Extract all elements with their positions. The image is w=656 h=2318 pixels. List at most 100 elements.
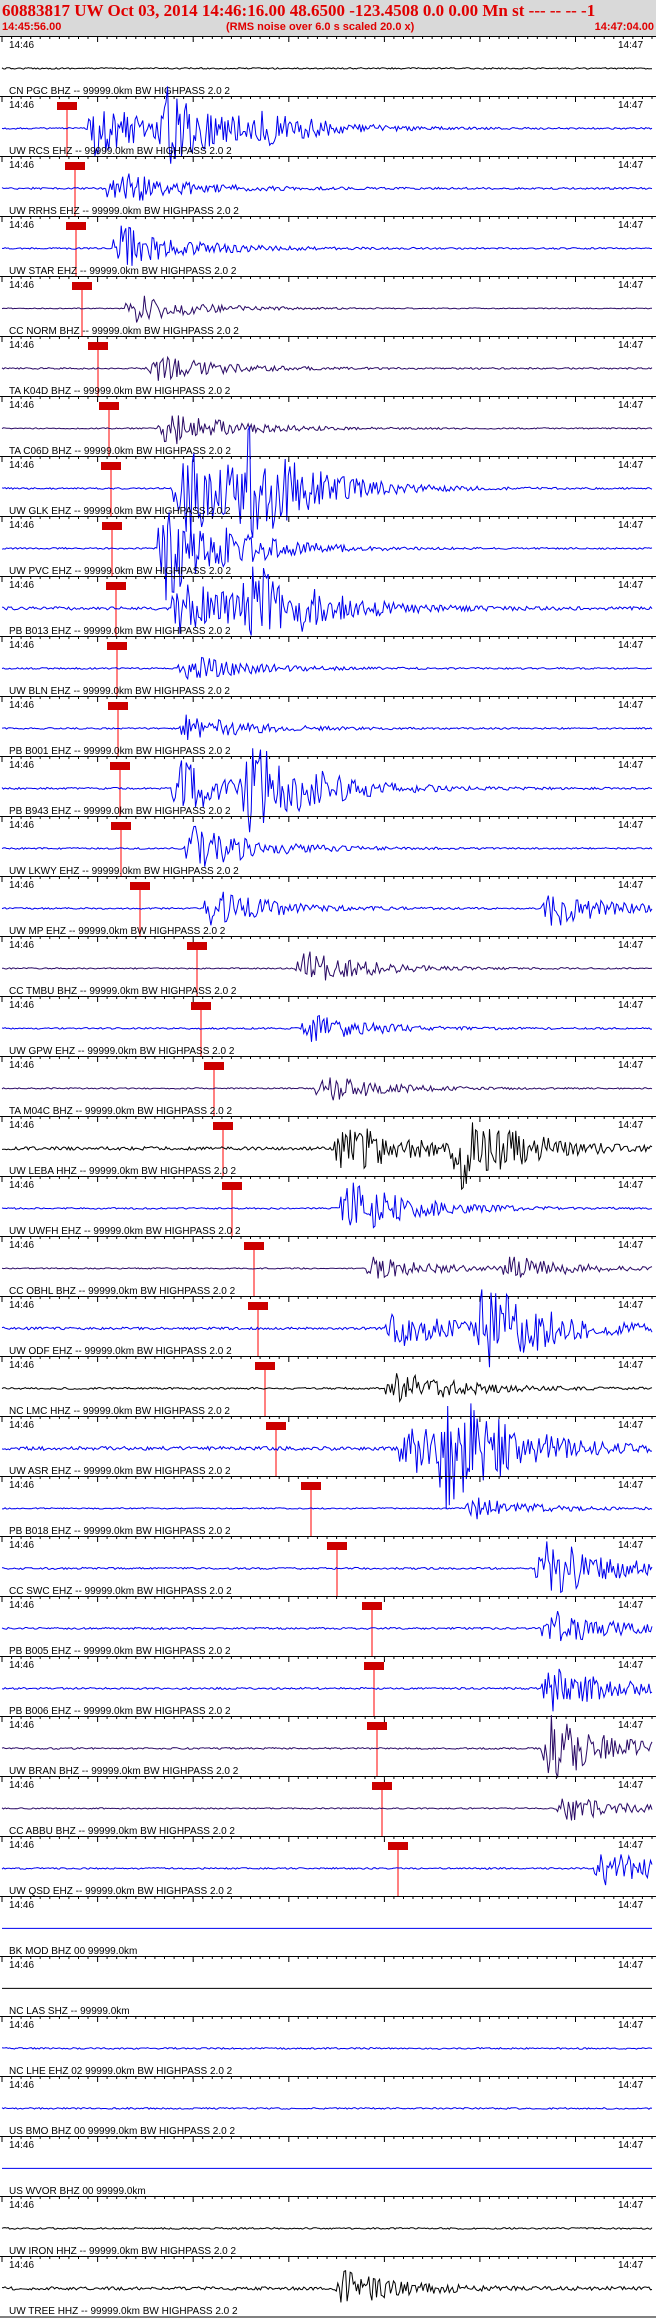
- waveform: [1, 173, 653, 201]
- waveform: [1, 1122, 653, 1191]
- waveform: [1, 656, 653, 681]
- minute-label-start: 14:46: [9, 1720, 34, 1731]
- waveform: [1, 295, 653, 323]
- channel-label: UW TREE HHZ -- 99999.0km BW HIGHPASS 2.0…: [9, 2306, 238, 2317]
- waveform: [1, 415, 653, 445]
- trace-row: 14:46 14:47 NC LMC HHZ -- 99999.0km BW HIG…: [0, 1356, 656, 1417]
- channel-label: PB B001 EHZ -- 99999.0km BW HIGHPASS 2.0…: [9, 746, 231, 757]
- minute-label-start: 14:46: [9, 640, 34, 651]
- minute-label-end: 14:47: [618, 580, 643, 591]
- channel-label: US BMO BHZ 00 99999.0km BW HIGHPASS 2.0 …: [9, 2126, 235, 2137]
- minute-label-end: 14:47: [618, 1540, 643, 1551]
- pick-marker: [388, 1842, 408, 1850]
- trace-row: 14:46 14:47 CC OBHL BHZ -- 99999.0km BW HI…: [0, 1236, 656, 1297]
- trace-row: 14:46 14:47 TA C06D BHZ -- 99999.0km BW HI…: [0, 396, 656, 457]
- channel-label: PB B943 EHZ -- 99999.0km BW HIGHPASS 2.0…: [9, 806, 231, 817]
- minute-label-start: 14:46: [9, 700, 34, 711]
- minute-label-end: 14:47: [618, 1180, 643, 1191]
- channel-label: BK MOD BHZ 00 99999.0km: [9, 1946, 137, 1957]
- minute-label-end: 14:47: [618, 100, 643, 111]
- channel-label: UW ASR EHZ -- 99999.0km BW HIGHPASS 2.0 …: [9, 1466, 231, 1477]
- minute-label-start: 14:46: [9, 880, 34, 891]
- pick-marker: [248, 1302, 268, 1310]
- channel-label: UW GLK EHZ -- 99999.0km BW HIGHPASS 2.0 …: [9, 506, 231, 517]
- pick-marker: [57, 102, 77, 110]
- pick-marker: [372, 1782, 392, 1790]
- pick-marker: [72, 282, 92, 290]
- waveform: [1, 225, 653, 266]
- channel-label: CC ABBU BHZ -- 99999.0km BW HIGHPASS 2.0…: [9, 1826, 235, 1837]
- waveform: [1, 2226, 653, 2230]
- trace-row: 14:46 14:47 UW ODF EHZ -- 99999.0km BW HIG…: [0, 1289, 656, 1368]
- waveform: [1, 951, 653, 981]
- minute-label-start: 14:46: [9, 820, 34, 831]
- minute-label-start: 14:46: [9, 1780, 34, 1791]
- minute-label-start: 14:46: [9, 2140, 34, 2151]
- trace-row: 14:46 14:47 UW IRON HHZ -- 99999.0km BW HI…: [0, 2196, 656, 2257]
- minute-label-end: 14:47: [618, 640, 643, 651]
- minute-label-start: 14:46: [9, 1240, 34, 1251]
- minute-label-end: 14:47: [618, 820, 643, 831]
- waveform: [1, 1077, 653, 1101]
- trace-row: 14:46 14:47 UW PVC EHZ -- 99999.0km BW HIG…: [0, 512, 656, 601]
- minute-label-start: 14:46: [9, 1600, 34, 1611]
- minute-label-start: 14:46: [9, 2260, 34, 2271]
- minute-label-end: 14:47: [618, 1660, 643, 1671]
- pick-marker: [327, 1542, 347, 1550]
- waveform: [1, 1610, 653, 1642]
- waveform: [1, 1373, 653, 1404]
- channel-label: NC LAS SHZ -- 99999.0km: [9, 2006, 130, 2017]
- record-header: 60883817 UW Oct 03, 2014 14:46:16.00 48.…: [0, 0, 656, 36]
- waveform: [1, 1182, 653, 1229]
- pick-marker: [362, 1602, 382, 1610]
- minute-label-end: 14:47: [618, 1060, 643, 1071]
- channel-label: CC SWC EHZ -- 99999.0km BW HIGHPASS 2.0 …: [9, 1586, 232, 1597]
- pick-marker: [213, 1122, 233, 1130]
- trace-row: 14:46 14:47 UW GPW EHZ -- 99999.0km BW HIG…: [0, 996, 656, 1057]
- seismogram-plot: 14:46 14:47 CN PGC BHZ -- 99999.0km BW HIG…: [0, 36, 656, 2318]
- minute-label-start: 14:46: [9, 1000, 34, 1011]
- waveform: [1, 2046, 653, 2050]
- minute-label-start: 14:46: [9, 2080, 34, 2091]
- minute-label-end: 14:47: [618, 280, 643, 291]
- pick-marker: [110, 762, 130, 770]
- channel-label: UW BRAN BHZ -- 99999.0km BW HIGHPASS 2.0…: [9, 1766, 239, 1777]
- waveform: [1, 891, 653, 926]
- waveform: [1, 355, 653, 381]
- trace-row: 14:46 14:47 PB B943 EHZ -- 99999.0km BW HI…: [0, 748, 656, 833]
- minute-label-end: 14:47: [618, 880, 643, 891]
- trace-row: 14:46 14:47 PB B001 EHZ -- 99999.0km BW HI…: [0, 696, 656, 757]
- trace-row: 14:46 14:47 UW UWFH EHZ -- 99999.0km BW HI…: [0, 1176, 656, 1237]
- trace-row: 14:46 14:47 CC NORM BHZ -- 99999.0km BW HI…: [0, 276, 656, 337]
- channel-label: UW RCS EHZ -- 99999.0km BW HIGHPASS 2.0 …: [9, 146, 232, 157]
- channel-label: PB B006 EHZ -- 99999.0km BW HIGHPASS 2.0…: [9, 1706, 231, 1717]
- minute-label-start: 14:46: [9, 160, 34, 171]
- minute-label-end: 14:47: [618, 220, 643, 231]
- pick-marker: [99, 402, 119, 410]
- channel-label: CC OBHL BHZ -- 99999.0km BW HIGHPASS 2.0…: [9, 1286, 236, 1297]
- trace-row: 14:46 14:47 UW LEBA HHZ -- 99999.0km BW HI…: [0, 1116, 656, 1191]
- trace-row: 14:46 14:47 UW BLN EHZ -- 99999.0km BW HIG…: [0, 636, 656, 697]
- pick-marker: [187, 942, 207, 950]
- pick-marker: [106, 582, 126, 590]
- channel-label: UW LEBA HHZ -- 99999.0km BW HIGHPASS 2.0…: [9, 1166, 237, 1177]
- trace-row: 14:46 14:47 BK MOD BHZ 00 99999.0km: [0, 1896, 656, 1957]
- trace-row: 14:46 14:47 PB B018 EHZ -- 99999.0km BW HI…: [0, 1476, 656, 1537]
- channel-label: PB B005 EHZ -- 99999.0km BW HIGHPASS 2.0…: [9, 1646, 231, 1657]
- trace-row: 14:46 14:47 TA K04D BHZ -- 99999.0km BW HI…: [0, 336, 656, 397]
- channel-label: TA C06D BHZ -- 99999.0km BW HIGHPASS 2.0…: [9, 446, 231, 457]
- minute-label-end: 14:47: [618, 1960, 643, 1971]
- minute-label-end: 14:47: [618, 1000, 643, 1011]
- trace-row: 14:46 14:47 UW STAR EHZ -- 99999.0km BW HI…: [0, 216, 656, 277]
- rms-note: (RMS noise over 6.0 s scaled 20.0 x): [226, 21, 415, 33]
- waveform: [2, 1497, 653, 1520]
- channel-label: NC LHE EHZ 02 99999.0km BW HIGHPASS 2.0 …: [9, 2066, 233, 2077]
- minute-label-end: 14:47: [618, 460, 643, 471]
- minute-label-end: 14:47: [618, 2140, 643, 2151]
- minute-label-start: 14:46: [9, 280, 34, 291]
- trace-row: 14:46 14:47 US WVOR BHZ 00 99999.0km: [0, 2136, 656, 2197]
- minute-label-start: 14:46: [9, 1180, 34, 1191]
- pick-marker: [65, 162, 85, 170]
- minute-label-start: 14:46: [9, 340, 34, 351]
- minute-label-start: 14:46: [9, 760, 34, 771]
